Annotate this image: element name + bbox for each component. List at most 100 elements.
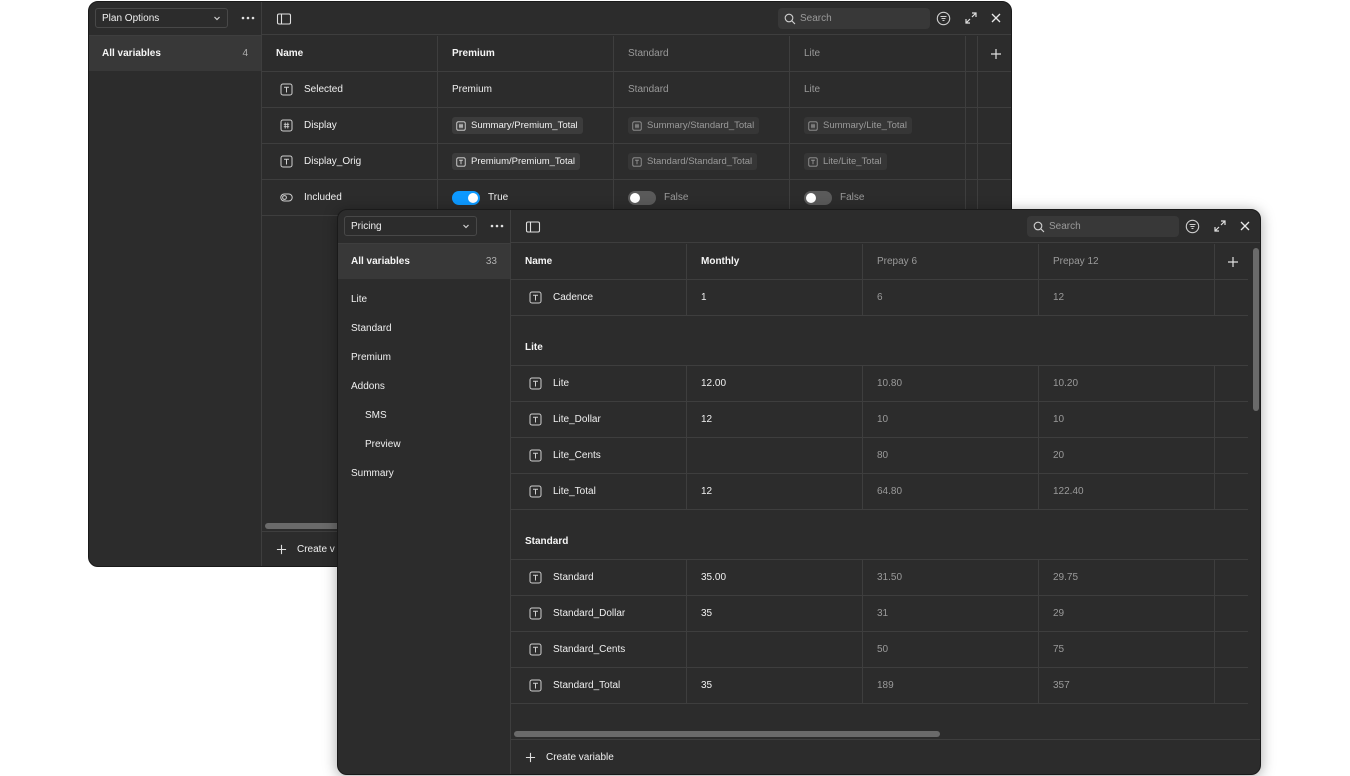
table-row[interactable]: Lite 12.00 10.80 10.20 <box>511 366 1248 402</box>
value-cell[interactable]: 35 <box>687 668 863 703</box>
value-cell[interactable]: 29 <box>1039 596 1215 631</box>
group-item-sms[interactable]: SMS <box>338 401 510 430</box>
group-item-premium[interactable]: Premium <box>338 343 510 372</box>
collection-select[interactable]: Pricing <box>344 216 477 236</box>
variable-name-cell[interactable]: Lite_Dollar <box>511 402 687 437</box>
filter-icon[interactable] <box>936 11 951 26</box>
value-cell[interactable]: Summary/Lite_Total <box>790 108 966 143</box>
boolean-toggle[interactable] <box>628 190 656 205</box>
variable-name-cell[interactable]: Standard_Total <box>511 668 687 703</box>
value-cell[interactable] <box>687 438 863 473</box>
group-item-lite[interactable]: Lite <box>338 285 510 314</box>
value-cell[interactable]: Summary/Premium_Total <box>438 108 614 143</box>
table-row[interactable]: Standard 35.00 31.50 29.75 <box>511 560 1248 596</box>
column-header-prepay-6[interactable]: Prepay 6 <box>863 244 1039 279</box>
add-mode-button[interactable] <box>1215 244 1251 279</box>
alias-chip[interactable]: Summary/Premium_Total <box>452 117 583 134</box>
value-cell[interactable]: 80 <box>863 438 1039 473</box>
vertical-scrollbar[interactable] <box>1253 248 1259 411</box>
close-icon[interactable] <box>1238 219 1252 233</box>
value-cell[interactable]: 6 <box>863 280 1039 315</box>
table-row[interactable]: Standard_Dollar 35 31 29 <box>511 596 1248 632</box>
value-cell[interactable]: Standard <box>614 72 790 107</box>
variable-name-cell[interactable]: Display <box>262 108 438 143</box>
add-mode-button[interactable] <box>978 36 1011 71</box>
all-variables-item[interactable]: All variables 4 <box>89 36 261 71</box>
boolean-toggle[interactable] <box>804 190 832 205</box>
create-variable-button[interactable]: Create variable <box>511 739 1260 774</box>
table-row[interactable]: Display Summary/Premium_Total Summary/St… <box>262 108 1011 144</box>
table-row[interactable]: Standard_Total 35 189 357 <box>511 668 1248 704</box>
variable-name-cell[interactable]: Standard <box>511 560 687 595</box>
search-input[interactable]: Search <box>778 8 930 29</box>
alias-chip[interactable]: Summary/Lite_Total <box>804 117 912 134</box>
variable-name-cell[interactable]: Selected <box>262 72 438 107</box>
expand-icon[interactable] <box>964 11 978 25</box>
more-options-icon[interactable] <box>239 10 257 26</box>
variable-name-cell[interactable]: Lite_Total <box>511 474 687 509</box>
table-row[interactable]: Lite_Dollar 12 10 10 <box>511 402 1248 438</box>
table-row[interactable]: Lite_Total 12 64.80 122.40 <box>511 474 1248 510</box>
collection-select[interactable]: Plan Options <box>95 8 228 28</box>
alias-chip[interactable]: Summary/Standard_Total <box>628 117 760 134</box>
column-header-prepay-12[interactable]: Prepay 12 <box>1039 244 1215 279</box>
all-variables-item[interactable]: All variables 33 <box>338 244 510 279</box>
value-cell[interactable]: 12.00 <box>687 366 863 401</box>
value-cell[interactable]: 122.40 <box>1039 474 1215 509</box>
group-item-standard[interactable]: Standard <box>338 314 510 343</box>
group-item-addons[interactable]: Addons <box>338 372 510 401</box>
group-item-preview[interactable]: Preview <box>338 430 510 459</box>
table-row[interactable]: Cadence 1 6 12 <box>511 280 1248 316</box>
column-header-premium[interactable]: Premium <box>438 36 614 71</box>
table-row[interactable]: Lite_Cents 80 20 <box>511 438 1248 474</box>
value-cell[interactable]: 357 <box>1039 668 1215 703</box>
variable-name-cell[interactable]: Lite <box>511 366 687 401</box>
value-cell[interactable]: Lite/Lite_Total <box>790 144 966 179</box>
variable-name-cell[interactable]: Standard_Cents <box>511 632 687 667</box>
value-cell[interactable]: 35 <box>687 596 863 631</box>
variable-name-cell[interactable]: Lite_Cents <box>511 438 687 473</box>
table-row[interactable]: Standard_Cents 50 75 <box>511 632 1248 668</box>
expand-icon[interactable] <box>1213 219 1227 233</box>
sidebar-toggle-icon[interactable] <box>525 219 541 235</box>
value-cell[interactable] <box>687 632 863 667</box>
value-cell[interactable]: 12 <box>687 474 863 509</box>
value-cell[interactable]: 10 <box>1039 402 1215 437</box>
value-cell[interactable]: 50 <box>863 632 1039 667</box>
value-cell[interactable]: Lite <box>790 72 966 107</box>
table-row[interactable]: Selected Premium Standard Lite <box>262 72 1011 108</box>
value-cell[interactable]: 12 <box>687 402 863 437</box>
table-row[interactable]: Display_Orig Premium/Premium_Total Stand… <box>262 144 1011 180</box>
horizontal-scrollbar[interactable] <box>514 731 940 737</box>
boolean-toggle[interactable] <box>452 190 480 205</box>
variable-name-cell[interactable]: Standard_Dollar <box>511 596 687 631</box>
value-cell[interactable]: Premium <box>438 72 614 107</box>
alias-chip[interactable]: Premium/Premium_Total <box>452 153 580 170</box>
value-cell[interactable]: 10.20 <box>1039 366 1215 401</box>
column-header-lite[interactable]: Lite <box>790 36 966 71</box>
value-cell[interactable]: Summary/Standard_Total <box>614 108 790 143</box>
sidebar-toggle-icon[interactable] <box>276 11 292 27</box>
value-cell[interactable]: 31 <box>863 596 1039 631</box>
value-cell[interactable]: 12 <box>1039 280 1215 315</box>
horizontal-scrollbar[interactable] <box>265 523 345 529</box>
value-cell[interactable]: 75 <box>1039 632 1215 667</box>
variable-name-cell[interactable]: Cadence <box>511 280 687 315</box>
group-item-summary[interactable]: Summary <box>338 459 510 488</box>
value-cell[interactable]: 20 <box>1039 438 1215 473</box>
value-cell[interactable]: Premium/Premium_Total <box>438 144 614 179</box>
column-header-monthly[interactable]: Monthly <box>687 244 863 279</box>
value-cell[interactable]: 35.00 <box>687 560 863 595</box>
value-cell[interactable]: 10.80 <box>863 366 1039 401</box>
alias-chip[interactable]: Lite/Lite_Total <box>804 153 887 170</box>
value-cell[interactable]: 189 <box>863 668 1039 703</box>
filter-icon[interactable] <box>1185 219 1200 234</box>
value-cell[interactable]: 1 <box>687 280 863 315</box>
value-cell[interactable]: 10 <box>863 402 1039 437</box>
more-options-icon[interactable] <box>488 218 506 234</box>
alias-chip[interactable]: Standard/Standard_Total <box>628 153 758 170</box>
value-cell[interactable]: Standard/Standard_Total <box>614 144 790 179</box>
value-cell[interactable]: 31.50 <box>863 560 1039 595</box>
value-cell[interactable]: 29.75 <box>1039 560 1215 595</box>
column-header-standard[interactable]: Standard <box>614 36 790 71</box>
